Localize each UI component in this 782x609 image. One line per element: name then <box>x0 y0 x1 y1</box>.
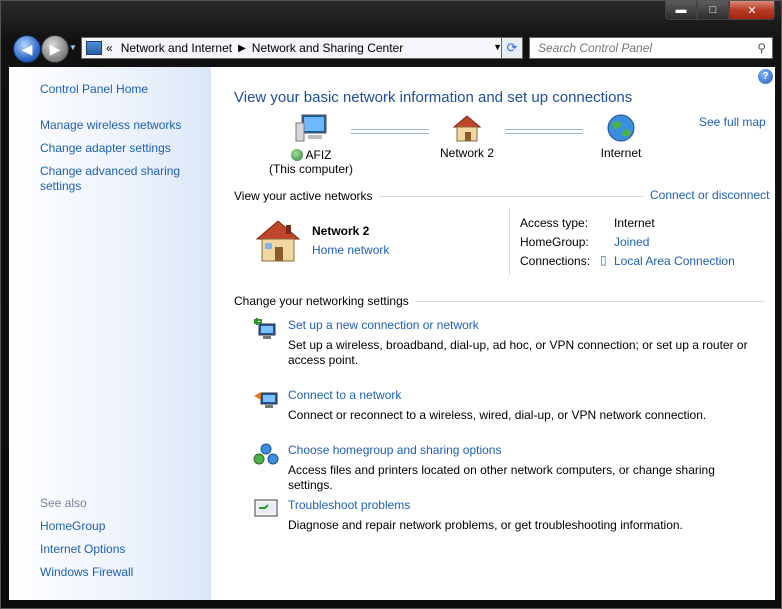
refresh-button[interactable]: ⟳ <box>501 37 523 59</box>
sidebar: Control Panel Home Manage wireless netwo… <box>9 67 211 600</box>
house-icon <box>452 115 482 142</box>
control-panel-icon <box>86 41 102 55</box>
sidebar-item-windows-firewall[interactable]: Windows Firewall <box>40 565 133 580</box>
homegroup-label: HomeGroup: <box>520 235 589 249</box>
sidebar-item-homegroup[interactable]: HomeGroup <box>40 519 105 534</box>
globe-icon <box>607 114 635 142</box>
network-type-link[interactable]: Home network <box>312 243 389 257</box>
sidebar-item-manage-wireless[interactable]: Manage wireless networks <box>40 118 181 133</box>
task-setup-connection-link[interactable]: Set up a new connection or network <box>288 318 479 332</box>
maximize-icon: □ <box>709 4 717 16</box>
computer-icon <box>295 114 327 142</box>
connect-disconnect-link[interactable]: Connect or disconnect <box>644 188 770 202</box>
map-node-network[interactable]: Network 2 <box>431 113 503 160</box>
back-button[interactable]: ◀ <box>13 35 41 63</box>
see-also-heading: See also <box>40 496 87 510</box>
search-icon[interactable]: ⚲ <box>757 41 766 55</box>
sidebar-item-adapter-settings[interactable]: Change adapter settings <box>40 141 171 156</box>
see-full-map-link[interactable]: See full map <box>699 115 766 129</box>
task-connect-network-desc: Connect or reconnect to a wireless, wire… <box>288 408 707 422</box>
change-settings-heading: Change your networking settings <box>234 294 415 308</box>
arrow-right-icon: ▶ <box>49 40 61 57</box>
navigation-bar: ◀ ▶ ▼ « Network and Internet ▶ Network a… <box>9 33 775 63</box>
internet-node-label: Internet <box>600 146 642 160</box>
map-connection-line <box>351 129 429 134</box>
map-connection-line <box>505 129 583 134</box>
ethernet-icon: ▯ <box>600 253 607 267</box>
search-box[interactable]: ⚲ <box>529 37 773 59</box>
task-setup-connection-desc: Set up a wireless, broadband, dial-up, a… <box>288 338 748 367</box>
homegroup-icon <box>253 443 279 465</box>
help-icon[interactable]: ? <box>758 69 773 84</box>
connect-network-icon <box>254 392 278 408</box>
homegroup-icon <box>290 149 303 161</box>
active-networks-heading: View your active networks <box>234 189 379 203</box>
task-homegroup-desc: Access files and printers located on oth… <box>288 463 715 492</box>
breadcrumb-separator-icon[interactable]: ▶ <box>238 43 246 54</box>
access-type-label: Access type: <box>520 216 589 230</box>
minimize-icon: ▬ <box>675 4 687 16</box>
homegroup-link[interactable]: Joined <box>614 235 649 249</box>
connections-label: Connections: <box>520 254 591 268</box>
breadcrumb-network-sharing[interactable]: Network and Sharing Center <box>252 41 403 55</box>
sidebar-item-internet-options[interactable]: Internet Options <box>40 542 125 557</box>
task-homegroup-link[interactable]: Choose homegroup and sharing options <box>288 443 501 457</box>
task-connect-network-link[interactable]: Connect to a network <box>288 388 401 402</box>
map-node-computer[interactable]: AFIZ (This computer) <box>259 113 363 176</box>
refresh-icon: ⟳ <box>506 40 518 55</box>
minimize-button[interactable]: ▬ <box>665 1 697 20</box>
close-icon: ✕ <box>747 4 757 17</box>
forward-button[interactable]: ▶ <box>41 35 69 63</box>
house-icon <box>255 220 301 262</box>
address-bar[interactable]: « Network and Internet ▶ Network and Sha… <box>81 37 511 59</box>
search-input[interactable] <box>536 40 750 56</box>
access-type-value: Internet <box>614 216 655 230</box>
computer-name: AFIZ <box>305 148 332 162</box>
close-button[interactable]: ✕ <box>729 1 775 20</box>
troubleshoot-icon <box>254 499 278 517</box>
arrow-left-icon: ◀ <box>21 40 33 57</box>
maximize-button[interactable]: □ <box>697 1 729 20</box>
window-controls: ▬ □ ✕ <box>665 1 775 20</box>
task-troubleshoot-desc: Diagnose and repair network problems, or… <box>288 518 683 532</box>
breadcrumb-network-internet[interactable]: Network and Internet <box>121 41 232 55</box>
computer-sublabel: (This computer) <box>268 162 354 176</box>
vertical-divider <box>509 209 510 275</box>
sidebar-item-advanced-sharing[interactable]: Change advanced sharing settings <box>40 164 190 194</box>
new-connection-icon <box>254 318 276 339</box>
map-node-internet[interactable]: Internet <box>591 113 651 160</box>
network-node-label: Network 2 <box>439 146 495 160</box>
sidebar-control-panel-home[interactable]: Control Panel Home <box>40 82 148 97</box>
content-area: Control Panel Home Manage wireless netwo… <box>9 67 775 600</box>
local-area-connection-link[interactable]: Local Area Connection <box>614 254 735 268</box>
task-troubleshoot-link[interactable]: Troubleshoot problems <box>288 498 410 512</box>
active-network-name: Network 2 <box>312 224 370 238</box>
recent-pages-dropdown[interactable]: ▼ <box>69 43 77 52</box>
page-title: View your basic network information and … <box>234 89 633 106</box>
breadcrumb-overflow[interactable]: « <box>106 41 113 55</box>
main-panel: ? View your basic network information an… <box>211 67 775 600</box>
window-frame: ▬ □ ✕ ◀ ▶ ▼ « Network and Internet ▶ Net… <box>0 0 782 609</box>
